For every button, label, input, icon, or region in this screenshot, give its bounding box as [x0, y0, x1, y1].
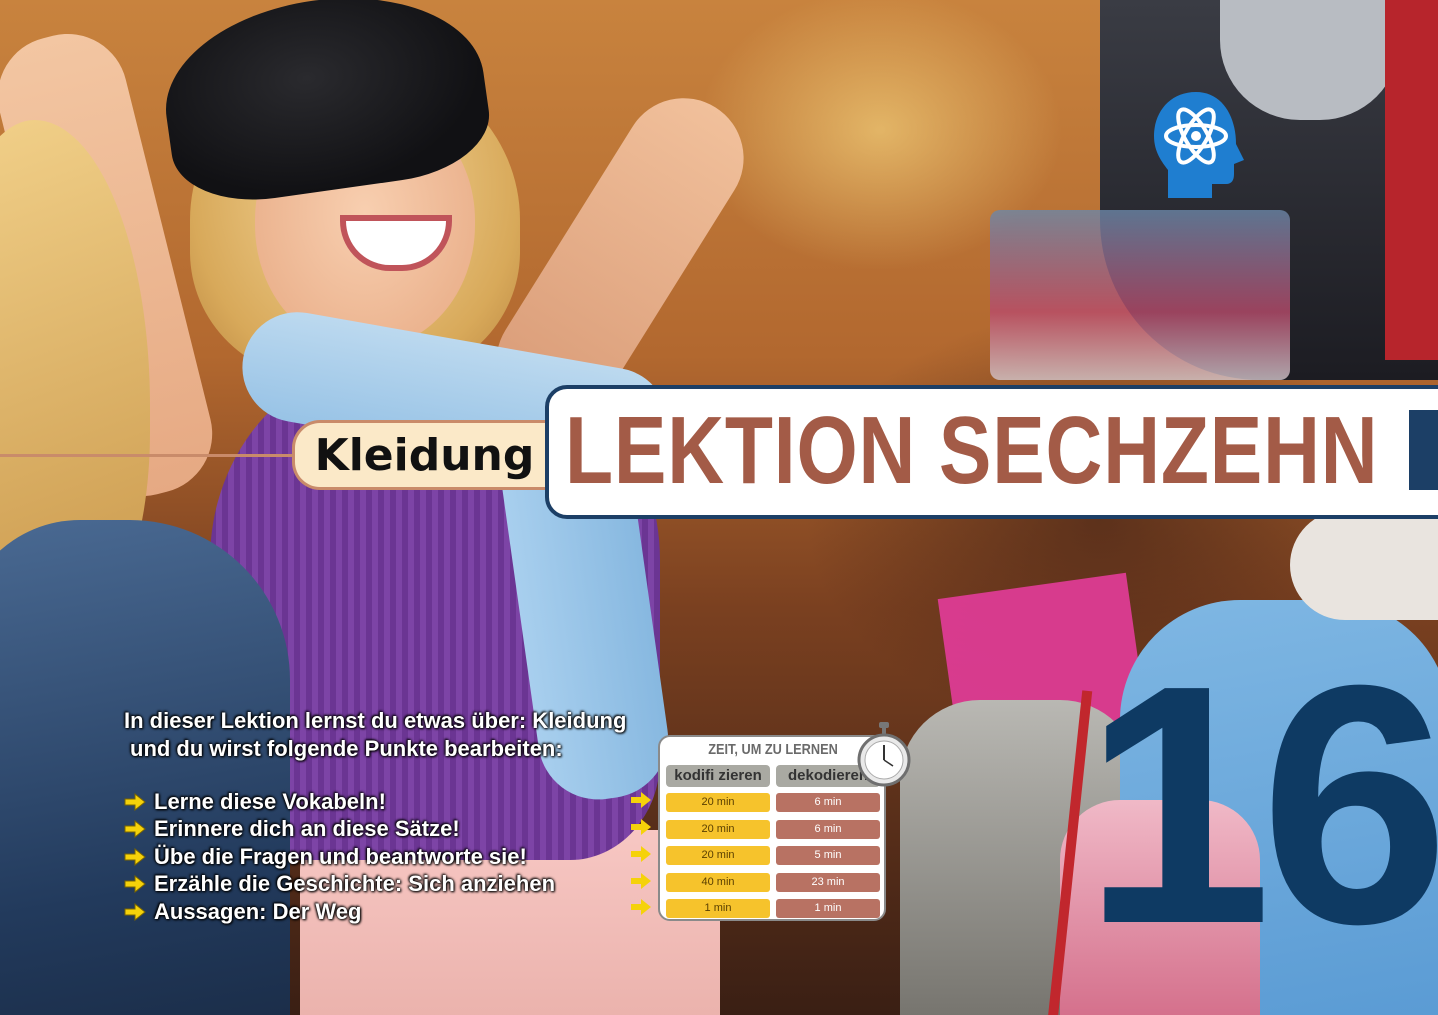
yellow-arrow-icon — [124, 820, 146, 839]
yellow-arrow-icon — [124, 902, 146, 921]
encode-time-cell: 1 min — [666, 899, 770, 918]
topic-connector-line — [0, 454, 300, 457]
list-item: Erzähle die Geschichte: Sich anziehen — [124, 871, 555, 899]
intro-line-1: In dieser Lektion lernst du etwas über: … — [124, 708, 627, 733]
yellow-arrow-icon — [631, 873, 651, 889]
list-item: Lerne diese Vokabeln! — [124, 788, 555, 816]
encode-time-cell: 40 min — [666, 873, 770, 892]
intro-text: In dieser Lektion lernst du etwas über: … — [124, 707, 644, 763]
decode-time-cell: 6 min — [776, 793, 880, 812]
denim-jacket — [0, 520, 290, 1015]
decode-time-cell: 23 min — [776, 873, 880, 892]
decode-time-cell: 1 min — [776, 899, 880, 918]
list-item: Aussagen: Der Weg — [124, 898, 555, 926]
encode-time-cell: 20 min — [666, 846, 770, 865]
yellow-arrow-icon — [124, 792, 146, 811]
time-table-title: ZEIT, UM ZU LERNEN — [708, 741, 838, 758]
encode-time-cell: 20 min — [666, 820, 770, 839]
clothing-rack-red — [1385, 0, 1438, 360]
decode-time-cell: 5 min — [776, 846, 880, 865]
list-item: Erinnere dich an diese Sätze! — [124, 816, 555, 844]
stopwatch-icon — [857, 722, 911, 787]
decode-time-cell: 6 min — [776, 820, 880, 839]
shop-shelf — [990, 210, 1290, 380]
yellow-arrow-icon — [631, 819, 651, 835]
list-item: Übe die Fragen und beantworte sie! — [124, 843, 555, 871]
topic-label: Kleidung — [292, 420, 554, 490]
yellow-arrow-icon — [631, 899, 651, 915]
list-item-label: Lerne diese Vokabeln! — [154, 788, 386, 814]
lesson-title: LEKTION SECHZEHN — [565, 397, 1379, 504]
yellow-arrow-icon — [631, 846, 651, 862]
list-item-label: Erzähle die Geschichte: Sich anziehen — [154, 871, 556, 897]
yellow-arrow-icon — [124, 875, 146, 894]
time-to-learn-table: ZEIT, UM ZU LERNEN kodifi zieren dekodie… — [658, 735, 886, 921]
brain-atom-head-icon — [1154, 92, 1244, 198]
list-item-label: Aussagen: Der Weg — [154, 898, 362, 924]
task-list: Lerne diese Vokabeln! Erinnere dich an d… — [124, 788, 555, 926]
list-item-label: Übe die Fragen und beantworte sie! — [154, 843, 527, 869]
hanging-hat-white — [1290, 510, 1438, 620]
intro-line-2: und du wirst folgende Punkte bearbeiten: — [130, 736, 563, 761]
yellow-arrow-icon — [631, 792, 651, 808]
title-banner-accent — [1403, 410, 1438, 490]
encode-time-cell: 20 min — [666, 793, 770, 812]
lesson-number: 16 — [1083, 615, 1438, 995]
list-item-label: Erinnere dich an diese Sätze! — [154, 816, 460, 842]
yellow-arrow-icon — [124, 847, 146, 866]
column-header-encode: kodifi zieren — [666, 765, 770, 787]
